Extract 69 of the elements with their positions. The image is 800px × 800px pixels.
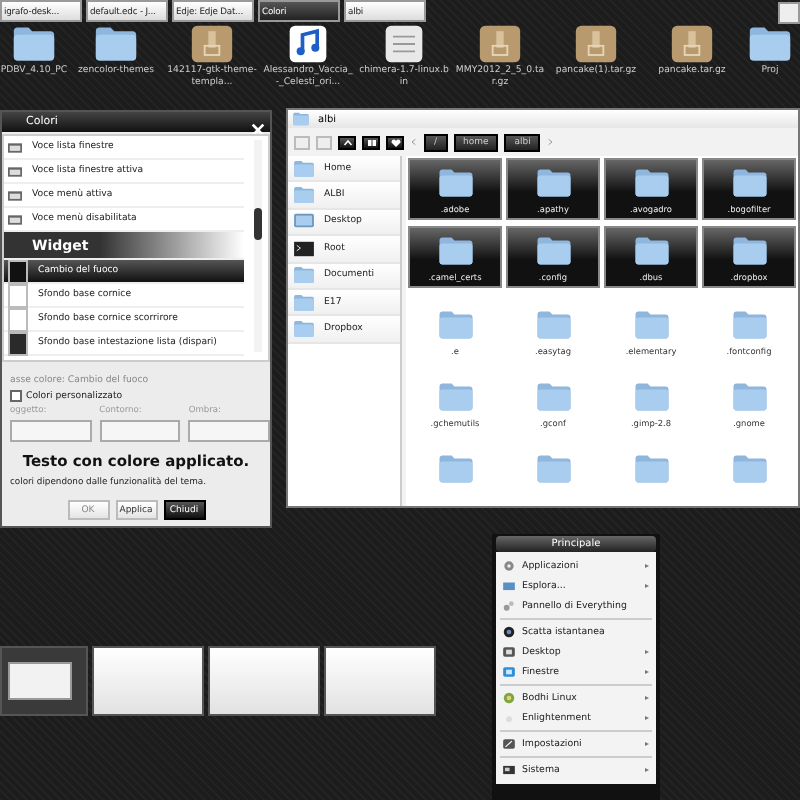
- folder-icon: [533, 454, 573, 484]
- folder-icon: [292, 320, 316, 339]
- up-icon: [341, 137, 353, 147]
- toolbar-button[interactable]: [386, 135, 404, 149]
- folder-icon: [435, 168, 475, 198]
- submenu-arrow-icon: [644, 562, 650, 570]
- computer-icon: [502, 764, 516, 776]
- desktop-icon: [502, 646, 516, 658]
- folder-icon: [533, 168, 573, 198]
- leaf-icon: [502, 692, 516, 704]
- desktop-thumbnail[interactable]: [92, 646, 204, 716]
- monitor-icon: [292, 212, 316, 231]
- folder-icon: [729, 310, 769, 340]
- folder-icon[interactable]: [94, 24, 138, 64]
- window-thumbnail: [8, 662, 72, 700]
- desktop-thumbnail[interactable]: [324, 646, 436, 716]
- folder-icon: [533, 310, 573, 340]
- folder-icon: [292, 266, 316, 285]
- folder-icon: [292, 159, 316, 178]
- folder-icon: [631, 454, 671, 484]
- folder-icon[interactable]: [12, 24, 56, 64]
- color-field[interactable]: [10, 420, 92, 442]
- heart-icon: [389, 137, 401, 147]
- submenu-arrow-icon: [644, 668, 650, 676]
- folder-icon: [292, 112, 310, 126]
- folder-icon: [729, 168, 769, 198]
- window-icon: [502, 666, 516, 678]
- folder-icon: [435, 310, 475, 340]
- checkbox[interactable]: [10, 390, 22, 402]
- folder-icon: [631, 382, 671, 412]
- color-field[interactable]: [99, 420, 181, 442]
- toolbar-button[interactable]: [362, 135, 380, 149]
- archive-icon[interactable]: [574, 24, 618, 64]
- archive-icon[interactable]: [670, 24, 714, 64]
- folder-icon: [292, 186, 316, 205]
- submenu-arrow-icon: [644, 582, 650, 590]
- folder-icon: [292, 293, 316, 312]
- desktop-thumbnail[interactable]: [208, 646, 320, 716]
- close-icon[interactable]: [250, 122, 266, 138]
- terminal-icon: [292, 239, 316, 258]
- folder-icon: [533, 236, 573, 266]
- folder-icon: [631, 168, 671, 198]
- submenu-arrow-icon: [644, 740, 650, 748]
- folder-icon: [631, 236, 671, 266]
- folder-icon: [435, 382, 475, 412]
- submenu-arrow-icon: [644, 694, 650, 702]
- folder-icon: [729, 236, 769, 266]
- folder-icon: [729, 382, 769, 412]
- folder-icon: [502, 580, 516, 592]
- toolbar-button[interactable]: [338, 135, 356, 149]
- folder-icon: [435, 454, 475, 484]
- view-icon: [365, 137, 377, 147]
- document-icon[interactable]: [382, 24, 426, 64]
- camera-icon: [502, 626, 516, 638]
- folder-icon: [533, 382, 573, 412]
- color-field[interactable]: [188, 420, 271, 442]
- folder-icon[interactable]: [748, 24, 792, 64]
- gear-icon: [502, 560, 516, 572]
- folder-icon: [631, 310, 671, 340]
- submenu-arrow-icon: [644, 766, 650, 774]
- submenu-arrow-icon: [644, 714, 650, 722]
- settings-icon: [502, 738, 516, 750]
- folder-icon: [729, 454, 769, 484]
- archive-icon[interactable]: [478, 24, 522, 64]
- music-file-icon[interactable]: [286, 24, 330, 64]
- archive-icon[interactable]: [190, 24, 234, 64]
- desktop-thumbnail[interactable]: [0, 646, 88, 716]
- submenu-arrow-icon: [644, 648, 650, 656]
- folder-icon: [435, 236, 475, 266]
